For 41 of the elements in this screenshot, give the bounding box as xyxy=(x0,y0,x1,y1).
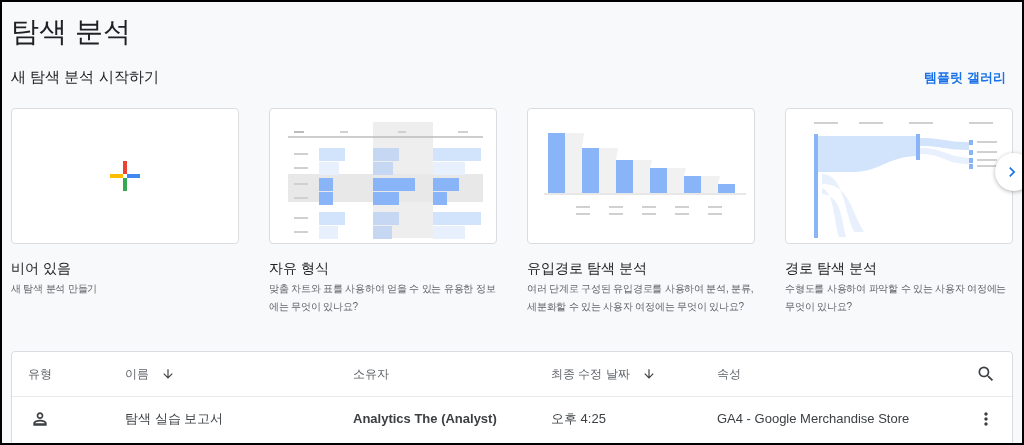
exploration-name[interactable]: 탐색 실습 보고서 xyxy=(125,409,353,429)
funnel-connector xyxy=(565,132,584,193)
funnel-connector xyxy=(633,159,652,193)
template-description: 맞춤 차트와 표를 사용하여 얻을 수 있는 유용한 정보에는 무엇이 있나요? xyxy=(269,281,497,314)
template-title: 비어 있음 xyxy=(11,258,72,278)
column-header: 유형 xyxy=(28,366,52,383)
search-icon[interactable] xyxy=(976,364,996,384)
label-placeholder-drawing xyxy=(609,205,623,215)
template-description: 새 탐색 분석 만들기 xyxy=(11,281,99,296)
label-placeholder-drawing xyxy=(576,205,590,215)
template-description: 수형도를 사용하여 파악할 수 있는 사용자 여정에는 무엇이 있나요? xyxy=(785,281,1008,314)
column-header: 속성 xyxy=(717,366,741,383)
modified-cell-text: 오후 4:25 xyxy=(551,410,607,429)
funnel-connector xyxy=(701,175,720,193)
arrow-down-icon[interactable] xyxy=(161,367,175,381)
funnel-bar xyxy=(718,183,735,193)
plus-icon xyxy=(110,160,140,191)
template-description: 여러 단계로 구성된 유입경로를 사용하여 분석, 분류, 세분화할 수 있는 사용자 여정에는 무엇이 있나요? xyxy=(527,281,755,314)
funnel-bar xyxy=(616,159,633,193)
column-header: 소유자 xyxy=(353,366,389,383)
funnel-connector xyxy=(599,147,618,193)
template-title: 유입경로 탐색 분석 xyxy=(527,258,648,278)
label-placeholder-drawing xyxy=(675,205,689,215)
template-gallery-link[interactable]: 템플릿 갤러리 xyxy=(924,67,1006,87)
column-header: 최종 수정 날짜 xyxy=(551,366,630,383)
template-card[interactable] xyxy=(527,107,755,244)
section-heading: 새 탐색 분석 시작하기 xyxy=(11,67,159,87)
label-placeholder-drawing xyxy=(642,205,656,215)
template-card[interactable] xyxy=(11,107,239,244)
funnel-connector xyxy=(667,167,686,193)
funnel-bar xyxy=(650,167,667,193)
page-title: 탐색 분석 xyxy=(11,15,132,49)
template-title: 자유 형식 xyxy=(269,258,330,278)
funnel-bar xyxy=(548,132,565,193)
template-title: 경로 탐색 분석 xyxy=(785,258,878,278)
owner-cell-text: Analytics The (Analyst) xyxy=(353,410,498,429)
column-header: 이름 xyxy=(125,366,149,383)
property-cell-text: GA4 - Google Merchandise Store xyxy=(717,410,911,429)
funnel-bar xyxy=(684,175,701,193)
label-placeholder-drawing xyxy=(708,205,722,215)
funnel-bar xyxy=(582,147,599,193)
